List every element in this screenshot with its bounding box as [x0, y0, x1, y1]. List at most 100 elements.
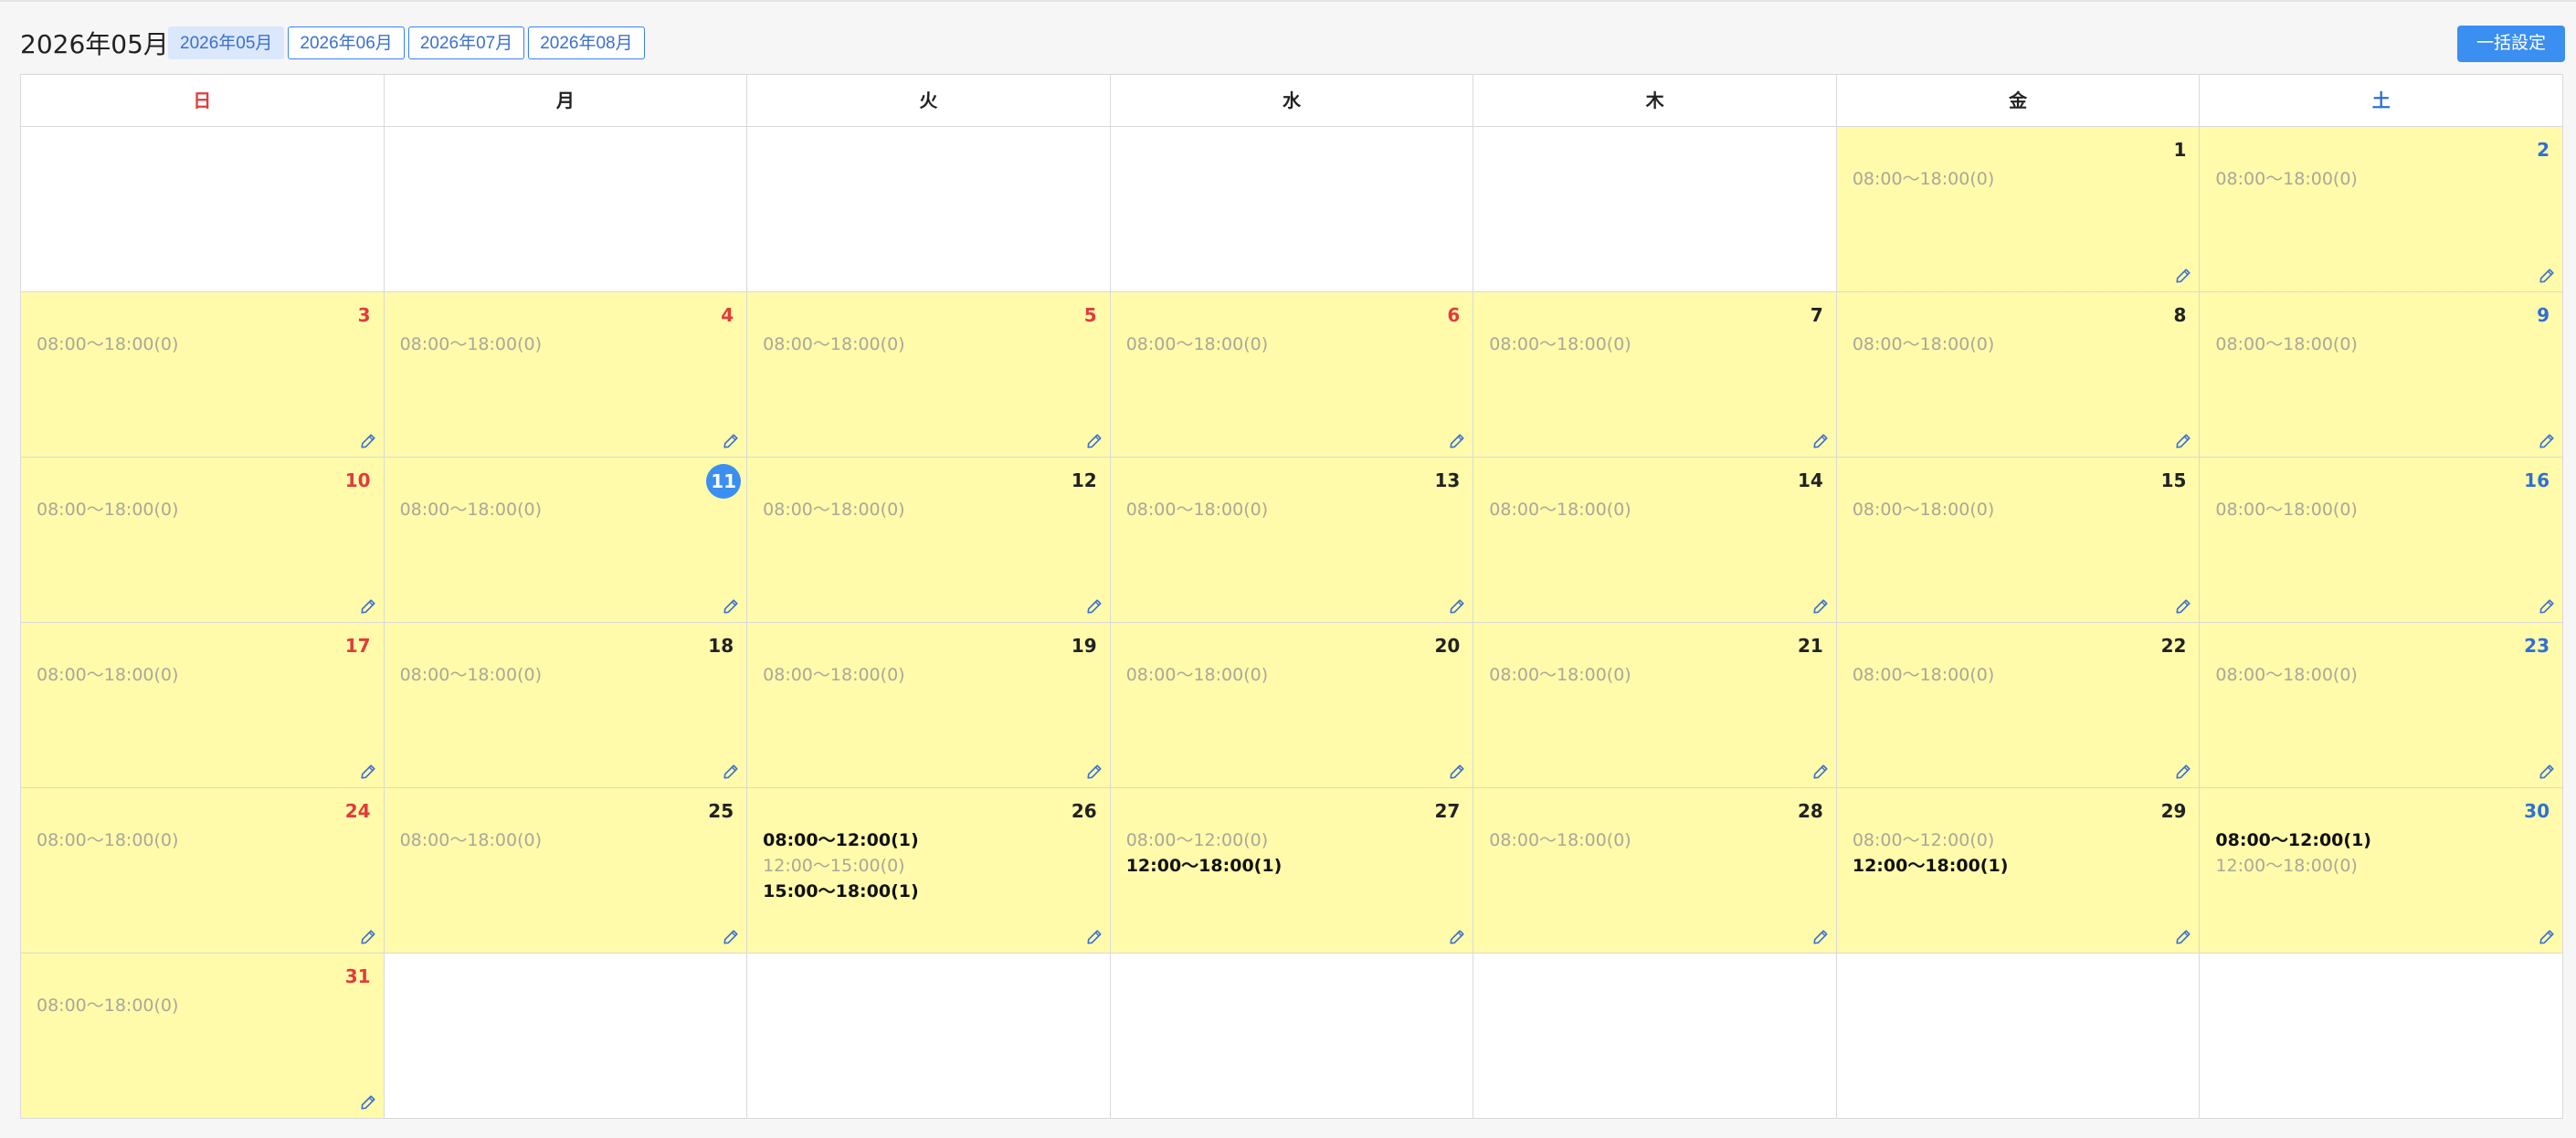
time-slot-list: 08:00〜18:00(0) [2215, 166, 2357, 192]
weekday-header-row: 日 月 火 水 木 金 土 [21, 75, 2563, 127]
calendar-day-cell[interactable]: 22 08:00〜18:00(0) [1836, 623, 2201, 788]
day-number: 21 [1798, 635, 1823, 657]
calendar-day-cell[interactable]: 21 08:00〜18:00(0) [1473, 623, 1837, 788]
month-tab-2026-08[interactable]: 2026年08月 [528, 26, 645, 59]
calendar-day-cell[interactable]: 15 08:00〜18:00(0) [1836, 458, 2201, 623]
calendar-day-cell[interactable]: 28 08:00〜18:00(0) [1473, 788, 1837, 954]
month-tab-2026-06[interactable]: 2026年06月 [288, 26, 405, 59]
time-slot: 08:00〜18:00(0) [2215, 169, 2358, 189]
page-title: 2026年05月 [20, 29, 169, 59]
calendar-day-cell[interactable]: 1 08:00〜18:00(0) [1836, 127, 2201, 292]
time-slot: 08:00〜18:00(0) [1852, 665, 1995, 685]
pencil-icon[interactable] [1449, 598, 1465, 615]
calendar-day-cell[interactable]: 23 08:00〜18:00(0) [2200, 623, 2563, 788]
pencil-icon[interactable] [2539, 268, 2555, 284]
pencil-icon[interactable] [723, 764, 739, 780]
time-slot: 08:00〜18:00(0) [37, 996, 179, 1016]
day-number: 2 [2537, 139, 2550, 161]
calendar-day-cell[interactable]: 9 08:00〜18:00(0) [2200, 292, 2563, 458]
pencil-icon[interactable] [360, 598, 376, 615]
calendar-day-cell[interactable]: 10 08:00〜18:00(0) [21, 458, 385, 623]
pencil-icon[interactable] [1812, 929, 1829, 945]
time-slot: 08:00〜18:00(0) [1125, 334, 1269, 354]
calendar-day-cell[interactable]: 20 08:00〜18:00(0) [1110, 623, 1474, 788]
pencil-icon[interactable] [1449, 929, 1465, 945]
calendar-day-cell[interactable]: 5 08:00〜18:00(0) [747, 292, 1111, 458]
pencil-icon[interactable] [360, 433, 376, 449]
pencil-icon[interactable] [360, 764, 376, 780]
pencil-icon[interactable] [2175, 433, 2191, 449]
bulk-settings-button[interactable]: 一括設定 [2456, 26, 2565, 62]
calendar-day-cell[interactable]: 17 08:00〜18:00(0) [21, 623, 385, 788]
pencil-icon[interactable] [723, 433, 739, 449]
pencil-icon[interactable] [1449, 433, 1465, 449]
calendar-day-cell[interactable]: 3 08:00〜18:00(0) [21, 292, 385, 458]
time-slot-list: 08:00〜12:00(1) 12:00〜18:00(0) [2215, 827, 2371, 879]
pencil-icon[interactable] [2539, 764, 2555, 780]
pencil-icon[interactable] [1086, 433, 1103, 449]
day-number: 31 [344, 965, 371, 987]
pencil-icon[interactable] [1086, 929, 1103, 945]
pencil-icon[interactable] [2175, 929, 2191, 945]
time-slot-booked: 12:00〜18:00(1) [1125, 856, 1283, 876]
calendar-empty-cell [2200, 954, 2563, 1119]
time-slot: 08:00〜18:00(0) [1489, 500, 1631, 520]
weekday-sunday: 日 [21, 75, 385, 127]
pencil-icon[interactable] [1449, 764, 1465, 780]
pencil-icon[interactable] [1812, 764, 1829, 780]
calendar-empty-cell [1473, 954, 1837, 1119]
calendar-day-cell[interactable]: 27 08:00〜12:00(0) 12:00〜18:00(1) [1110, 788, 1474, 954]
time-slot-list: 08:00〜18:00(0) [400, 497, 542, 522]
calendar-day-cell[interactable]: 8 08:00〜18:00(0) [1836, 292, 2201, 458]
time-slot: 12:00〜15:00(0) [763, 856, 905, 876]
pencil-icon[interactable] [2539, 433, 2555, 449]
pencil-icon[interactable] [2175, 598, 2191, 615]
pencil-icon[interactable] [723, 929, 739, 945]
calendar-day-cell[interactable]: 18 08:00〜18:00(0) [384, 623, 748, 788]
calendar-day-cell[interactable]: 13 08:00〜18:00(0) [1110, 458, 1474, 623]
calendar-day-cell[interactable]: 4 08:00〜18:00(0) [384, 292, 748, 458]
calendar-day-cell[interactable]: 16 08:00〜18:00(0) [2200, 458, 2563, 623]
calendar-day-cell[interactable]: 6 08:00〜18:00(0) [1110, 292, 1474, 458]
pencil-icon[interactable] [2539, 598, 2555, 615]
calendar-day-cell[interactable]: 12 08:00〜18:00(0) [747, 458, 1111, 623]
month-tab-2026-07[interactable]: 2026年07月 [407, 26, 525, 59]
time-slot-booked: 12:00〜18:00(1) [1852, 856, 2009, 876]
calendar-day-cell[interactable]: 14 08:00〜18:00(0) [1473, 458, 1837, 623]
pencil-icon[interactable] [360, 1094, 376, 1111]
calendar-day-cell[interactable]: 7 08:00〜18:00(0) [1473, 292, 1837, 458]
day-number: 26 [1071, 800, 1097, 822]
calendar-day-cell[interactable]: 31 08:00〜18:00(0) [21, 954, 385, 1119]
time-slot: 08:00〜18:00(0) [1489, 665, 1631, 685]
time-slot-list: 08:00〜18:00(0) [37, 993, 178, 1018]
month-calendar: 日 月 火 水 木 金 土 1 08:00〜18:00(0) 2 08:00〜18:0… [20, 74, 2563, 1119]
pencil-icon[interactable] [1812, 598, 1829, 615]
time-slot-list: 08:00〜18:00(0) [400, 827, 542, 853]
time-slot: 08:00〜18:00(0) [37, 500, 179, 520]
pencil-icon[interactable] [2175, 268, 2191, 284]
pencil-icon[interactable] [2539, 929, 2555, 945]
calendar-day-cell[interactable]: 19 08:00〜18:00(0) [747, 623, 1111, 788]
calendar-day-cell[interactable]: 26 08:00〜12:00(1) 12:00〜15:00(0) 15:00〜18:0… [747, 788, 1111, 954]
pencil-icon[interactable] [360, 929, 376, 945]
calendar-day-cell[interactable]: 29 08:00〜12:00(0) 12:00〜18:00(1) [1836, 788, 2201, 954]
calendar-day-cell[interactable]: 30 08:00〜12:00(1) 12:00〜18:00(0) [2200, 788, 2563, 954]
calendar-day-cell[interactable]: 25 08:00〜18:00(0) [384, 788, 748, 954]
time-slot-list: 08:00〜18:00(0) [37, 827, 178, 853]
pencil-icon[interactable] [723, 598, 739, 615]
month-tab-2026-05[interactable]: 2026年05月 [168, 26, 285, 59]
pencil-icon[interactable] [1086, 598, 1103, 615]
weekday-tuesday: 火 [747, 75, 1111, 127]
pencil-icon[interactable] [1812, 433, 1829, 449]
calendar-day-cell[interactable]: 11 08:00〜18:00(0) [384, 458, 748, 623]
time-slot-list: 08:00〜18:00(0) [1489, 332, 1631, 357]
time-slot: 08:00〜18:00(0) [1852, 334, 1995, 354]
pencil-icon[interactable] [1086, 764, 1103, 780]
top-border [0, 0, 2576, 2]
calendar-week-row: 24 08:00〜18:00(0) 25 08:00〜18:00(0) 26 08:00〜… [21, 788, 2563, 954]
calendar-day-cell[interactable]: 2 08:00〜18:00(0) [2200, 127, 2563, 292]
calendar-day-cell[interactable]: 24 08:00〜18:00(0) [21, 788, 385, 954]
pencil-icon[interactable] [2175, 764, 2191, 780]
day-number: 29 [2160, 800, 2187, 822]
time-slot-list: 08:00〜18:00(0) [1126, 497, 1268, 522]
